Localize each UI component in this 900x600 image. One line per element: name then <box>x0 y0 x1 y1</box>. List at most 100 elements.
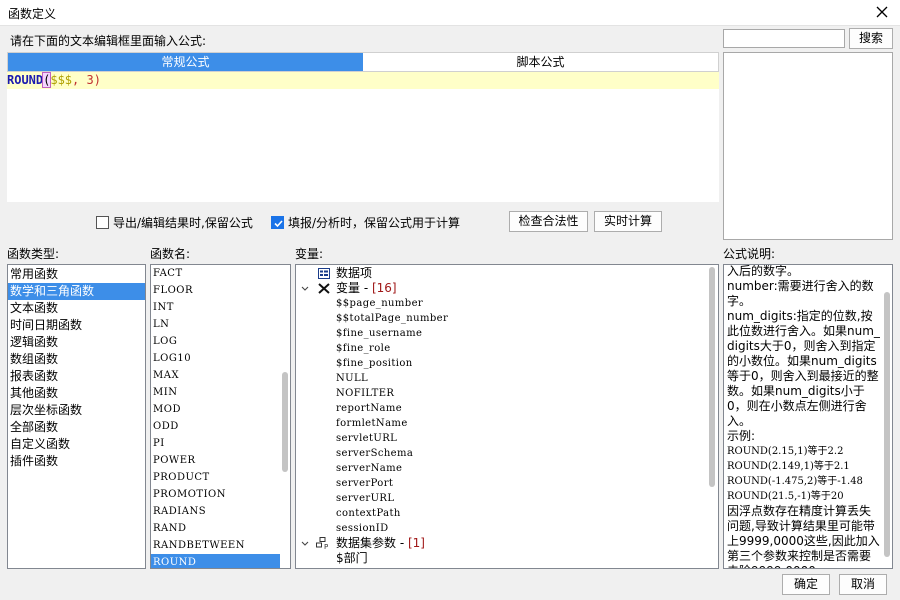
export-keep-option[interactable]: 导出/编辑结果时,保留公式 <box>96 211 253 233</box>
fill-keep-option[interactable]: 填报/分析时，保留公式用于计算 <box>271 211 460 233</box>
function-type-item[interactable]: 报表函数 <box>8 368 145 385</box>
title-bar: 函数定义 <box>0 0 900 26</box>
variable-item[interactable]: serverSchema <box>296 446 718 461</box>
description-line: number:需要进行舍入的数字。 <box>727 279 874 308</box>
export-keep-checkbox[interactable] <box>96 215 109 229</box>
svg-text:P: P <box>324 543 328 550</box>
function-name-scrollbar[interactable] <box>281 267 289 567</box>
realtime-calc-button[interactable]: 实时计算 <box>594 211 662 232</box>
function-name-item[interactable]: INT <box>151 299 280 316</box>
function-name-item[interactable]: ODD <box>151 418 280 435</box>
variable-item-label: $$totalPage_number <box>336 313 449 324</box>
variable-item[interactable]: NULL <box>296 371 718 386</box>
function-name-item[interactable]: MAX <box>151 367 280 384</box>
function-name-item[interactable]: RANDBETWEEN <box>151 537 280 554</box>
function-type-item[interactable]: 常用函数 <box>8 266 145 283</box>
function-type-item[interactable]: 其他函数 <box>8 385 145 402</box>
func-name-label: 函数名: <box>150 247 191 261</box>
function-type-item[interactable]: 全部函数 <box>8 419 145 436</box>
function-type-list[interactable]: 常用函数 数学和三角函数 文本函数 时间日期函数 逻辑函数 数组函数 报表函数 其他函数 层次坐… <box>7 264 146 569</box>
function-name-item[interactable]: MIN <box>151 384 280 401</box>
description-line: 入后的数字。 <box>727 264 800 278</box>
dataset-param-item[interactable]: $部门 <box>296 551 718 566</box>
ok-button[interactable]: 确定 <box>782 574 830 595</box>
variable-item-label: reportName <box>336 403 403 414</box>
variable-item[interactable]: $$totalPage_number <box>296 311 718 326</box>
fill-keep-label: 填报/分析时，保留公式用于计算 <box>288 215 461 230</box>
function-type-item[interactable]: 文本函数 <box>8 300 145 317</box>
formula-function: ROUND <box>7 73 44 87</box>
window-title: 函数定义 <box>8 7 57 21</box>
function-name-list[interactable]: FACT FLOOR INT LN LOG LOG10 MAX MIN MOD ODD PI POWE… <box>150 264 291 569</box>
formula-arg2: 3 <box>86 73 94 87</box>
function-name-item[interactable]: LOG <box>151 333 280 350</box>
search-results-list[interactable] <box>723 52 893 240</box>
variables-tree[interactable]: 数据项 变量 - [16] $$page_number $$totalPage_n… <box>295 264 719 569</box>
tree-dataset-group[interactable]: P 数据集参数 - [1] <box>296 536 718 551</box>
variable-item[interactable]: $$page_number <box>296 296 718 311</box>
export-keep-label: 导出/编辑结果时,保留公式 <box>113 215 253 230</box>
variables-label: 变量: <box>295 247 324 261</box>
variable-item[interactable]: servletURL <box>296 431 718 446</box>
function-name-item[interactable]: ROUND <box>151 554 280 568</box>
description-scrollbar[interactable] <box>883 267 891 567</box>
tree-data-item[interactable]: 数据项 <box>296 266 718 281</box>
function-name-item[interactable]: FACT <box>151 265 280 282</box>
function-type-item[interactable]: 自定义函数 <box>8 436 145 453</box>
tree-variable-group[interactable]: 变量 - [16] <box>296 281 718 296</box>
variable-item[interactable]: contextPath <box>296 506 718 521</box>
variable-item-label: sessionID <box>336 523 389 534</box>
formula-editor[interactable]: ROUND($$$, 3) <box>7 72 719 202</box>
function-name-item[interactable]: RAND <box>151 520 280 537</box>
function-type-item[interactable]: 插件函数 <box>8 453 145 470</box>
function-name-item[interactable]: FLOOR <box>151 282 280 299</box>
variable-item[interactable]: formletName <box>296 416 718 431</box>
formula-tabs: 常规公式 脚本公式 <box>7 52 719 72</box>
fill-keep-checkbox[interactable] <box>271 215 284 229</box>
close-icon[interactable] <box>872 2 892 22</box>
function-name-item[interactable]: MOD <box>151 401 280 418</box>
variable-item-label: formletName <box>336 418 408 429</box>
variable-item[interactable]: $fine_role <box>296 341 718 356</box>
tab-regular-formula[interactable]: 常规公式 <box>8 53 363 71</box>
function-type-item[interactable]: 时间日期函数 <box>8 317 145 334</box>
variable-item[interactable]: $fine_username <box>296 326 718 341</box>
variable-item-label: contextPath <box>336 508 401 519</box>
formula-separator: , <box>72 73 87 87</box>
tree-data-item-label: 数据项 <box>336 266 373 280</box>
function-name-item[interactable]: LN <box>151 316 280 333</box>
editor-line[interactable]: ROUND($$$, 3) <box>7 72 719 89</box>
tab-script-formula[interactable]: 脚本公式 <box>363 53 718 71</box>
variable-item[interactable]: reportName <box>296 401 718 416</box>
variable-item[interactable]: $fine_position <box>296 356 718 371</box>
function-name-item[interactable]: PI <box>151 435 280 452</box>
variable-item[interactable]: serverURL <box>296 491 718 506</box>
variables-scrollbar[interactable] <box>708 267 716 567</box>
variable-item-label: NOFILTER <box>336 388 395 399</box>
formula-close-paren: ) <box>93 73 101 87</box>
variable-item-label: NULL <box>336 373 369 384</box>
function-name-item[interactable]: POWER <box>151 452 280 469</box>
function-type-item[interactable]: 逻辑函数 <box>8 334 145 351</box>
function-name-item[interactable]: PRODUCT <box>151 469 280 486</box>
function-type-item[interactable]: 数组函数 <box>8 351 145 368</box>
variable-item[interactable]: serverPort <box>296 476 718 491</box>
search-input[interactable] <box>723 29 845 48</box>
variable-item-label: serverPort <box>336 478 394 489</box>
dataset-group-label: 数据集参数 <box>336 536 397 550</box>
function-type-item[interactable]: 层次坐标函数 <box>8 402 145 419</box>
variable-item[interactable]: serverName <box>296 461 718 476</box>
variable-group-count: [16] <box>371 281 397 295</box>
description-line: 因浮点数存在精度计算丢失问题,导致计算结果里可能带上9999,0000这些,因此… <box>727 504 880 568</box>
search-button[interactable]: 搜索 <box>849 28 893 49</box>
validate-button[interactable]: 检查合法性 <box>509 211 588 232</box>
function-name-item[interactable]: LOG10 <box>151 350 280 367</box>
function-name-item[interactable]: RADIANS <box>151 503 280 520</box>
cancel-button[interactable]: 取消 <box>839 574 887 595</box>
variable-item[interactable]: sessionID <box>296 521 718 536</box>
dataset-group-count: [1] <box>407 536 425 550</box>
function-type-item[interactable]: 数学和三角函数 <box>8 283 145 300</box>
function-name-item[interactable]: PROMOTION <box>151 486 280 503</box>
description-line: num_digits:指定的位数,按此位数进行舍入。如果num_digits大于… <box>727 309 880 428</box>
variable-item[interactable]: NOFILTER <box>296 386 718 401</box>
